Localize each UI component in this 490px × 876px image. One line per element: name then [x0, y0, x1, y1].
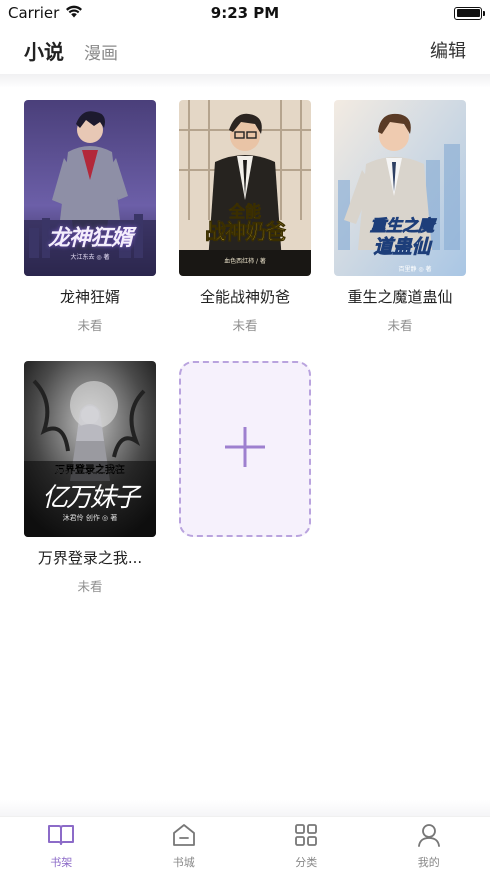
cover-author: 沐君伶 创作 ◎ 著: [62, 514, 118, 522]
add-book-button[interactable]: [179, 361, 311, 537]
tab-bookstore[interactable]: 书城: [123, 817, 246, 876]
tab-comic[interactable]: 漫画: [84, 39, 118, 64]
book-cover[interactable]: 龙神狂婿 大江东去 ◎ 著: [24, 100, 156, 276]
book-read-status: 未看: [77, 579, 103, 594]
book-cover[interactable]: 全能 战神奶爸 血色西红柿 / 著: [179, 100, 311, 276]
book-open-icon: [47, 823, 75, 851]
book-title: 龙神狂婿: [59, 288, 120, 306]
wifi-icon: [65, 4, 83, 22]
cover-title: 亿万妹子: [41, 483, 140, 513]
tab-label: 书架: [50, 856, 73, 869]
battery-icon: [454, 6, 485, 20]
tab-label: 书城: [172, 856, 195, 869]
tab-bookshelf[interactable]: 书架: [0, 817, 123, 876]
edit-button[interactable]: 编辑: [430, 37, 466, 63]
cover-title: 战神奶爸: [205, 220, 287, 245]
book-read-status: 未看: [232, 318, 258, 333]
nav-divider: [0, 74, 490, 88]
carrier-label: Carrier: [8, 4, 60, 22]
cover-author: 血色西红柿 / 著: [224, 258, 266, 265]
status-left: Carrier: [8, 4, 83, 22]
plus-icon: [223, 425, 267, 473]
tab-label: 我的: [417, 856, 440, 869]
grid-icon: [294, 823, 318, 851]
user-icon: [417, 823, 441, 851]
cover-author: 大江东去 ◎ 著: [70, 254, 110, 261]
cover-title: 龙神狂婿: [47, 226, 133, 251]
bottom-tab-bar: 书架 书城 分类 我的: [0, 816, 490, 876]
tab-label: 分类: [295, 856, 318, 869]
book-title: 重生之魔道蛊仙: [347, 288, 453, 306]
book-read-status: 未看: [77, 318, 103, 333]
tab-novel[interactable]: 小说: [24, 36, 64, 65]
tab-category[interactable]: 分类: [245, 817, 368, 876]
home-icon: [171, 823, 197, 851]
book-read-status: 未看: [387, 318, 413, 333]
book-item[interactable]: 万界登录之我在 亿万妹子 沐君伶 创作 ◎ 著 万界登录之我... 未看: [24, 361, 156, 595]
tab-profile[interactable]: 我的: [368, 817, 490, 876]
category-tabs: 小说 漫画: [24, 36, 118, 65]
tab-bar-shadow: [0, 800, 490, 816]
book-title: 万界登录之我...: [37, 549, 143, 567]
cover-author: 百里静 ◎ 著: [398, 266, 432, 273]
status-bar: Carrier 9:23 PM: [0, 0, 490, 26]
cover-title-top: 万界登录之我在: [55, 465, 125, 476]
book-item[interactable]: 龙神狂婿 大江东去 ◎ 著 龙神狂婿 未看: [24, 100, 156, 334]
top-nav: 小说 漫画 编辑: [0, 26, 490, 74]
book-item[interactable]: 重生之魔 道蛊仙 百里静 ◎ 著 重生之魔道蛊仙 未看: [334, 100, 466, 334]
book-title: 全能战神奶爸: [199, 288, 290, 306]
book-item[interactable]: 全能 战神奶爸 血色西红柿 / 著 全能战神奶爸 未看: [179, 100, 311, 334]
book-cover[interactable]: 重生之魔 道蛊仙 百里静 ◎ 著: [334, 100, 466, 276]
book-cover[interactable]: 万界登录之我在 亿万妹子 沐君伶 创作 ◎ 著: [24, 361, 156, 537]
cover-title: 道蛊仙: [373, 236, 431, 259]
